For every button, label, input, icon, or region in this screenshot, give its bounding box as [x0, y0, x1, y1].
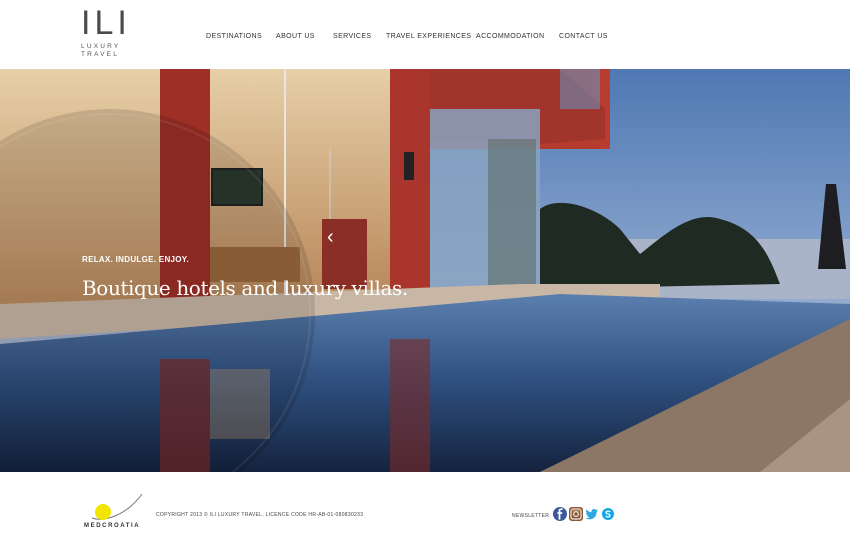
site-header: ILI LUXURY TRAVEL Destinations ABOUT US … — [0, 0, 850, 69]
nav-travel-experiences[interactable]: TRAVEL EXPERIENCES — [386, 33, 471, 40]
nav-contact-us[interactable]: CONTACT US — [559, 33, 608, 40]
partner-logo-text: MEDCROATIA — [84, 523, 141, 529]
skype-icon[interactable] — [601, 507, 615, 521]
nav-services[interactable]: SERVICES — [333, 33, 371, 40]
copyright-text: COPYRIGHT 2013 © ILI LUXURY TRAVEL. LICE… — [156, 512, 364, 518]
twitter-icon[interactable] — [585, 507, 599, 521]
site-footer: MEDCROATIA COPYRIGHT 2013 © ILI LUXURY T… — [0, 472, 850, 540]
main-nav: Destinations ABOUT US SERVICES TRAVEL EX… — [0, 33, 850, 45]
facebook-icon[interactable] — [553, 507, 567, 521]
hero-tagline: RELAX. INDULGE. ENJOY. — [82, 255, 190, 264]
hero-headline: Boutique hotels and luxury villas. — [82, 276, 408, 300]
nav-destinations[interactable]: Destinations — [206, 33, 262, 40]
instagram-icon[interactable] — [569, 507, 583, 521]
nav-accommodation[interactable]: ACCOMMODATION — [476, 33, 544, 40]
chevron-left-icon[interactable]: ‹ — [327, 226, 339, 248]
hero-photo — [0, 69, 850, 472]
hero-banner: ‹ RELAX. INDULGE. ENJOY. Boutique hotels… — [0, 69, 850, 472]
newsletter-link[interactable]: NEWSLETTER — [512, 513, 549, 519]
logo-line-travel: TRAVEL — [81, 51, 120, 58]
nav-about-us[interactable]: ABOUT US — [276, 33, 315, 40]
